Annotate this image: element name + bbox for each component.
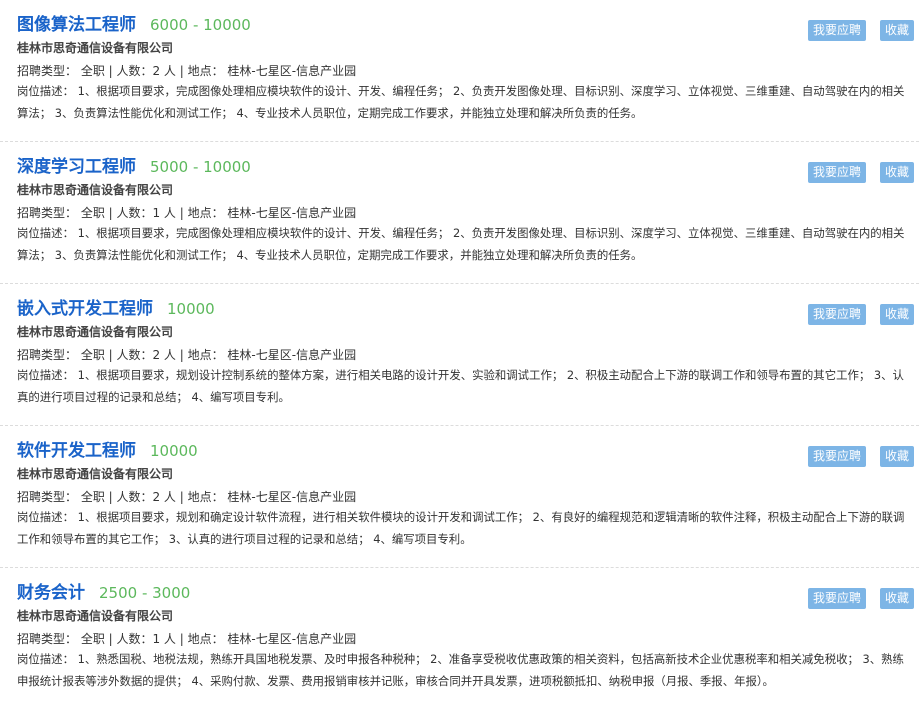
company-name: 桂林市思奇通信设备有限公司 xyxy=(17,609,174,623)
apply-button[interactable]: 我要应聘 xyxy=(807,446,866,467)
favorite-button[interactable]: 收藏 xyxy=(879,588,914,609)
job-actions: 我要应聘 收藏 xyxy=(807,446,914,467)
job-description: 岗位描述： 1、根据项目要求，规划设计控制系统的整体方案，进行相关电路的设计开发… xyxy=(17,368,904,404)
job-listing: 图像算法工程师 6000 - 10000 桂林市思奇通信设备有限公司 招聘类型：… xyxy=(0,0,919,142)
company-name: 桂林市思奇通信设备有限公司 xyxy=(17,183,174,197)
job-title-link[interactable]: 软件开发工程师 xyxy=(17,436,136,461)
job-title-link[interactable]: 深度学习工程师 xyxy=(17,152,136,177)
favorite-button[interactable]: 收藏 xyxy=(879,162,914,183)
job-meta: 招聘类型： 全职 | 人数：1 人 | 地点： 桂林-七星区-信息产业园 xyxy=(17,632,357,646)
apply-button[interactable]: 我要应聘 xyxy=(807,588,866,609)
job-list: 图像算法工程师 6000 - 10000 桂林市思奇通信设备有限公司 招聘类型：… xyxy=(0,0,919,710)
job-listing: 软件开发工程师 10000 桂林市思奇通信设备有限公司 招聘类型： 全职 | 人… xyxy=(0,426,919,568)
job-actions: 我要应聘 收藏 xyxy=(807,20,914,41)
job-actions: 我要应聘 收藏 xyxy=(807,304,914,325)
job-salary: 5000 - 10000 xyxy=(150,158,251,176)
apply-button[interactable]: 我要应聘 xyxy=(807,162,866,183)
company-name: 桂林市思奇通信设备有限公司 xyxy=(17,41,174,55)
job-salary: 10000 xyxy=(150,442,198,460)
job-description: 岗位描述： 1、根据项目要求，完成图像处理相应模块软件的设计、开发、编程任务； … xyxy=(17,226,905,262)
job-header: 深度学习工程师 5000 - 10000 xyxy=(17,152,919,181)
job-listing: 嵌入式开发工程师 10000 桂林市思奇通信设备有限公司 招聘类型： 全职 | … xyxy=(0,284,919,426)
job-title-link[interactable]: 图像算法工程师 xyxy=(17,10,136,35)
job-listing: 深度学习工程师 5000 - 10000 桂林市思奇通信设备有限公司 招聘类型：… xyxy=(0,142,919,284)
favorite-button[interactable]: 收藏 xyxy=(879,304,914,325)
job-header: 图像算法工程师 6000 - 10000 xyxy=(17,10,919,39)
company-name: 桂林市思奇通信设备有限公司 xyxy=(17,467,174,481)
job-meta: 招聘类型： 全职 | 人数：2 人 | 地点： 桂林-七星区-信息产业园 xyxy=(17,348,357,362)
job-title-link[interactable]: 嵌入式开发工程师 xyxy=(17,294,153,319)
job-header: 嵌入式开发工程师 10000 xyxy=(17,294,919,323)
job-salary: 6000 - 10000 xyxy=(150,16,251,34)
job-actions: 我要应聘 收藏 xyxy=(807,162,914,183)
apply-button[interactable]: 我要应聘 xyxy=(807,20,866,41)
job-header: 财务会计 2500 - 3000 xyxy=(17,578,919,607)
job-title-link[interactable]: 财务会计 xyxy=(17,578,85,603)
job-meta: 招聘类型： 全职 | 人数：2 人 | 地点： 桂林-七星区-信息产业园 xyxy=(17,490,357,504)
favorite-button[interactable]: 收藏 xyxy=(879,446,914,467)
job-salary: 10000 xyxy=(167,300,215,318)
company-name: 桂林市思奇通信设备有限公司 xyxy=(17,325,174,339)
job-actions: 我要应聘 收藏 xyxy=(807,588,914,609)
job-description: 岗位描述： 1、根据项目要求，规划和确定设计软件流程，进行相关软件模块的设计开发… xyxy=(17,510,905,546)
job-salary: 2500 - 3000 xyxy=(99,584,191,602)
apply-button[interactable]: 我要应聘 xyxy=(807,304,866,325)
favorite-button[interactable]: 收藏 xyxy=(879,20,914,41)
job-listing: 财务会计 2500 - 3000 桂林市思奇通信设备有限公司 招聘类型： 全职 … xyxy=(0,568,919,710)
job-meta: 招聘类型： 全职 | 人数：2 人 | 地点： 桂林-七星区-信息产业园 xyxy=(17,64,357,78)
job-description: 岗位描述： 1、熟悉国税、地税法规，熟练开具国地税发票、及时申报各种税种； 2、… xyxy=(17,652,904,688)
job-meta: 招聘类型： 全职 | 人数：1 人 | 地点： 桂林-七星区-信息产业园 xyxy=(17,206,357,220)
job-description: 岗位描述： 1、根据项目要求，完成图像处理相应模块软件的设计、开发、编程任务； … xyxy=(17,84,905,120)
job-header: 软件开发工程师 10000 xyxy=(17,436,919,465)
